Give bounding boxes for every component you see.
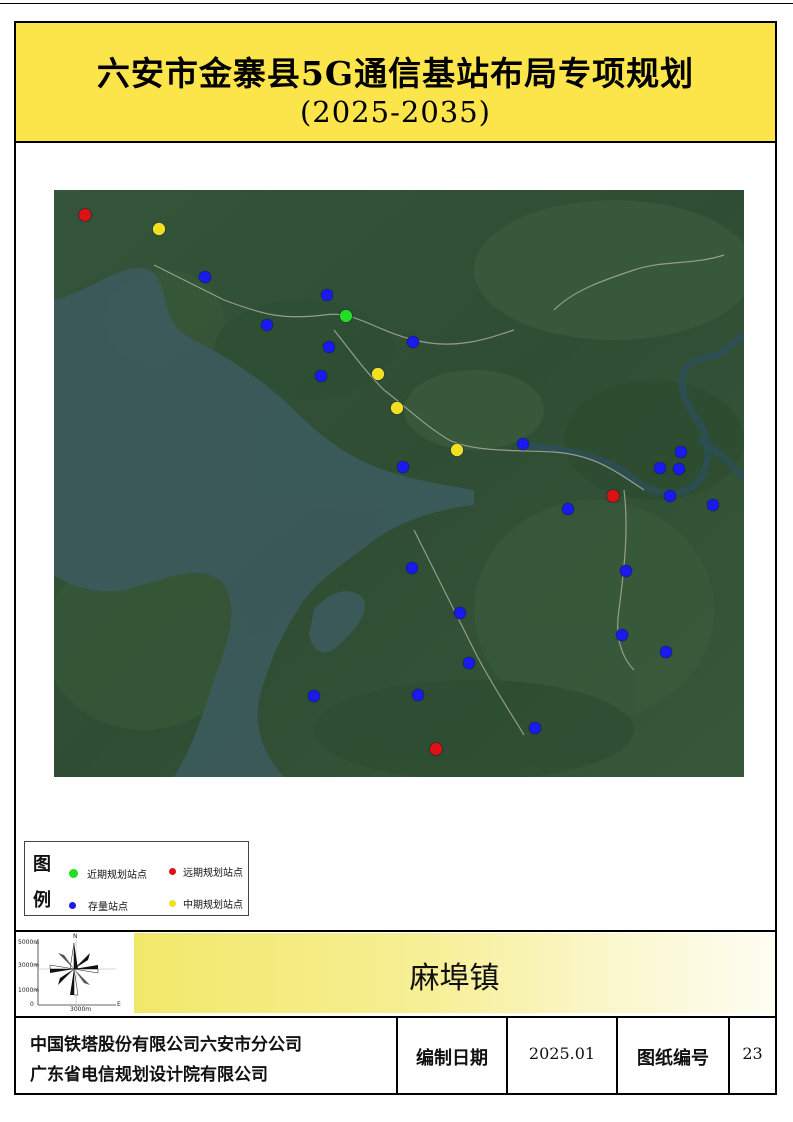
stock-station-point[interactable]	[396, 460, 410, 474]
stock-station-point[interactable]	[706, 498, 720, 512]
legend-char-2: 例	[33, 890, 51, 911]
legend-item-near: 近期规划站点	[69, 866, 147, 881]
town-name: 麻埠镇	[409, 961, 500, 996]
stock-station-point[interactable]	[653, 461, 667, 475]
north-arrow-scale: 5000m 3000m 1000m 0 3000m N E	[18, 933, 130, 1013]
stock-station-point[interactable]	[528, 721, 542, 735]
date-value: 2025.01	[528, 1044, 596, 1063]
scale-y-zero: 0	[30, 1001, 34, 1008]
stock-station-point[interactable]	[411, 688, 425, 702]
stock-station-point[interactable]	[322, 340, 336, 354]
footer-drawing-label-cell: 图纸编号	[618, 1018, 730, 1093]
mid-term-station-point[interactable]	[152, 222, 166, 236]
near-dot-icon	[69, 869, 78, 878]
legend-label-near: 近期规划站点	[87, 870, 147, 881]
footer-drawing-value-cell: 23	[730, 1018, 775, 1093]
org-line-2: 广东省电信规划设计院有限公司	[30, 1065, 268, 1085]
stock-station-point[interactable]	[674, 445, 688, 459]
scale-x-label: 3000m	[70, 1006, 92, 1013]
drawing-label: 图纸编号	[637, 1048, 709, 1069]
mid-term-station-point[interactable]	[390, 401, 404, 415]
town-banner: 麻埠镇	[134, 933, 775, 1013]
map-canvas	[54, 190, 744, 777]
stock-station-point[interactable]	[615, 628, 629, 642]
legend-label-far: 远期规划站点	[183, 868, 243, 879]
map-title-years: (2025-2035)	[299, 95, 492, 129]
stock-station-point[interactable]	[198, 270, 212, 284]
page-top-rule	[0, 3, 793, 4]
bottom-separator	[16, 930, 775, 932]
legend-item-stock: 存量站点	[69, 898, 128, 913]
stock-station-point[interactable]	[462, 656, 476, 670]
near-term-station-point[interactable]	[339, 309, 353, 323]
stock-station-point[interactable]	[516, 437, 530, 451]
north-label: N	[73, 933, 78, 940]
stock-station-point[interactable]	[260, 318, 274, 332]
stock-station-point[interactable]	[320, 288, 334, 302]
long-term-station-point[interactable]	[78, 208, 92, 222]
stock-station-point[interactable]	[406, 335, 420, 349]
title-banner: 六安市金寨县5G通信基站布局专项规划 (2025-2035)	[16, 23, 775, 143]
stock-dot-icon	[69, 902, 76, 909]
long-term-station-point[interactable]	[606, 489, 620, 503]
footer-date-label-cell: 编制日期	[398, 1018, 508, 1093]
stock-station-point[interactable]	[314, 369, 328, 383]
stock-station-point[interactable]	[663, 489, 677, 503]
scale-y-top: 5000m	[18, 939, 40, 946]
legend-label-mid: 中期规划站点	[183, 900, 243, 911]
stock-station-point[interactable]	[659, 645, 673, 659]
mid-term-station-point[interactable]	[450, 443, 464, 457]
footer-date-value-cell: 2025.01	[508, 1018, 618, 1093]
far-dot-icon	[169, 868, 176, 875]
stock-station-point[interactable]	[619, 564, 633, 578]
legend-label-stock: 存量站点	[88, 902, 128, 913]
map-title: 六安市金寨县5G通信基站布局专项规划	[96, 54, 695, 93]
legend-item-far: 远期规划站点	[169, 864, 243, 879]
satellite-map[interactable]	[54, 190, 744, 777]
scale-y-mid: 3000m	[18, 962, 40, 969]
mid-dot-icon	[169, 900, 176, 907]
stock-station-point[interactable]	[453, 606, 467, 620]
stock-station-point[interactable]	[561, 502, 575, 516]
legend-char-1: 图	[33, 854, 51, 875]
stock-station-point[interactable]	[672, 462, 686, 476]
org-line-1: 中国铁塔股份有限公司六安市分公司	[30, 1035, 302, 1055]
scale-y-low: 1000m	[18, 987, 40, 994]
footer-org-cell: 中国铁塔股份有限公司六安市分公司 广东省电信规划设计院有限公司	[16, 1018, 398, 1093]
legend-box: 图 例 近期规划站点 远期规划站点 存量站点 中期规划站点	[24, 841, 249, 916]
stock-station-point[interactable]	[405, 561, 419, 575]
east-label: E	[117, 1001, 121, 1008]
mid-term-station-point[interactable]	[371, 367, 385, 381]
footer-table: 中国铁塔股份有限公司六安市分公司 广东省电信规划设计院有限公司 编制日期 202…	[16, 1016, 775, 1093]
date-label: 编制日期	[416, 1048, 488, 1069]
long-term-station-point[interactable]	[429, 742, 443, 756]
legend-item-mid: 中期规划站点	[169, 896, 243, 911]
stock-station-point[interactable]	[307, 689, 321, 703]
drawing-value: 23	[742, 1044, 763, 1063]
